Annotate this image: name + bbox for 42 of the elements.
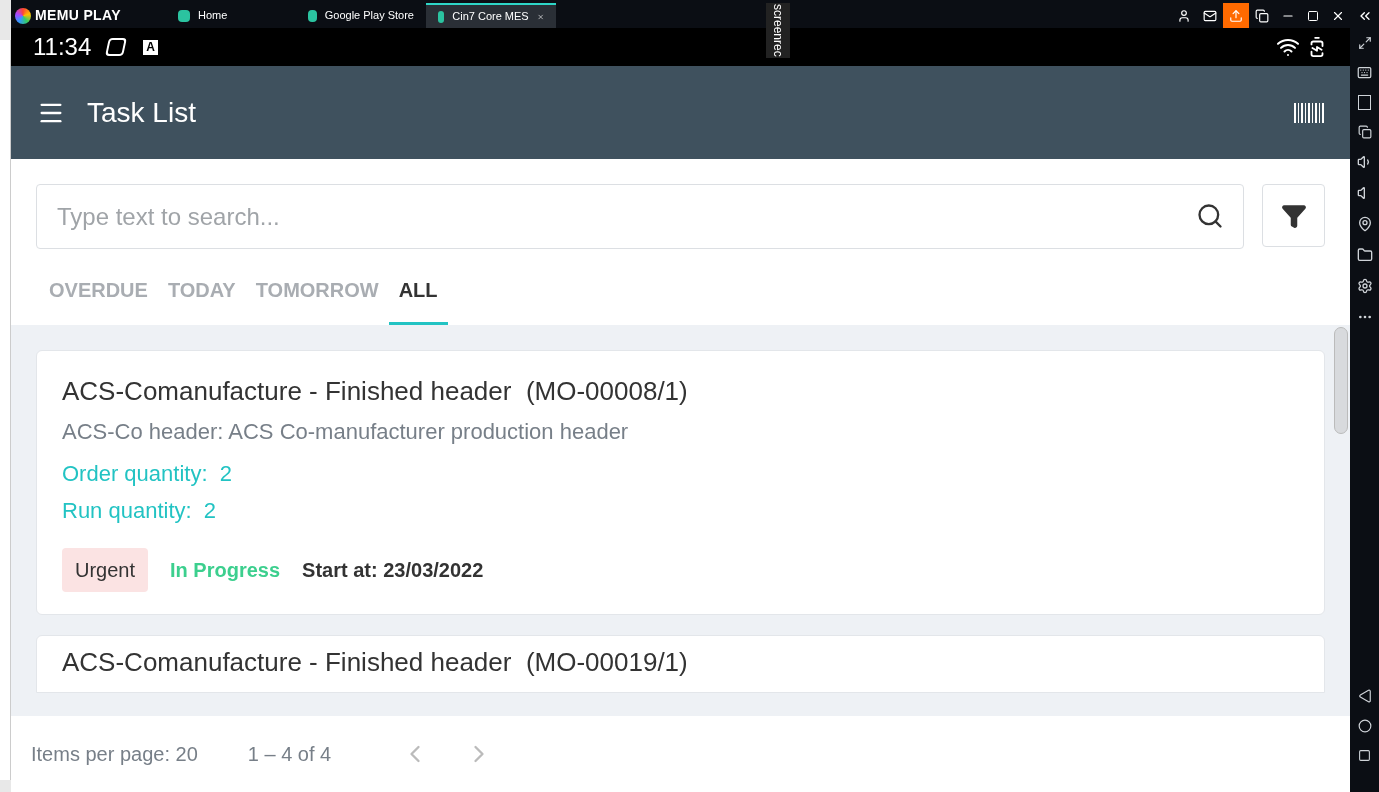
page-title: Task List [87,95,196,130]
settings-icon[interactable] [1356,278,1373,294]
priority-tag: Urgent [62,548,149,592]
clock: 11:34 [33,32,92,62]
fullscreen-icon[interactable] [1357,36,1372,50]
recording-label: screenrec [766,3,790,58]
search-icon[interactable] [1196,202,1224,230]
recents-icon[interactable] [1358,749,1371,762]
account-icon[interactable] [1177,8,1191,23]
items-per-page[interactable]: Items per page: 20 [31,739,198,769]
emulator-tab[interactable]: Cin7 Core MES [426,3,556,28]
mail-icon[interactable] [1203,8,1217,23]
task-title: ACS-Comanufacture - Finished header (MO-00008/1) [62,375,689,408]
logo-icon [15,7,31,24]
task-card[interactable]: ACS-Comanufacture - Finished header (MO-00019/1) [36,635,1325,693]
app-icon [178,9,190,22]
task-card[interactable]: ACS-Comanufacture - Finished header (MO-00008/1) ACS-Co header: ACS Co-manufacturer production header Order quantity: 2 Run quantity: 2 Urgent In Progress Start at: 23/03/2022 [36,350,1325,615]
notification-badge: A [143,39,158,55]
location-icon[interactable] [1356,216,1373,232]
emulator-tab[interactable]: Home [166,3,296,28]
page-range: 1 – 4 of 4 [247,742,332,767]
multi-window-icon[interactable] [1357,125,1372,139]
filter-icon [1280,202,1307,229]
task-title: ACS-Comanufacture - Finished header (MO-00019/1) [62,646,689,679]
maximize-icon[interactable] [1307,9,1319,22]
folder-icon[interactable] [1356,247,1373,263]
brand-name: MEMU PLAY [35,6,121,25]
scrollbar-thumb[interactable] [1334,327,1348,434]
run-quantity: Run quantity: 2 [62,497,218,525]
upload-icon [1229,8,1243,23]
back-icon[interactable] [1357,689,1372,703]
app-icon [308,9,317,22]
filter-button[interactable] [1262,184,1325,247]
task-subtitle: ACS-Co header: ACS Co-manufacturer production header [62,418,630,446]
status-label: In Progress [170,558,281,583]
keyboard-icon[interactable] [1357,65,1372,80]
order-quantity: Order quantity: 2 [62,460,233,488]
start-date: Start at: 23/03/2022 [302,558,484,583]
search-field[interactable]: Type text to search... [36,184,1244,249]
home-icon[interactable] [1357,719,1372,733]
emulator-tab[interactable]: Google Play Store [296,3,426,28]
app-icon [438,10,445,23]
